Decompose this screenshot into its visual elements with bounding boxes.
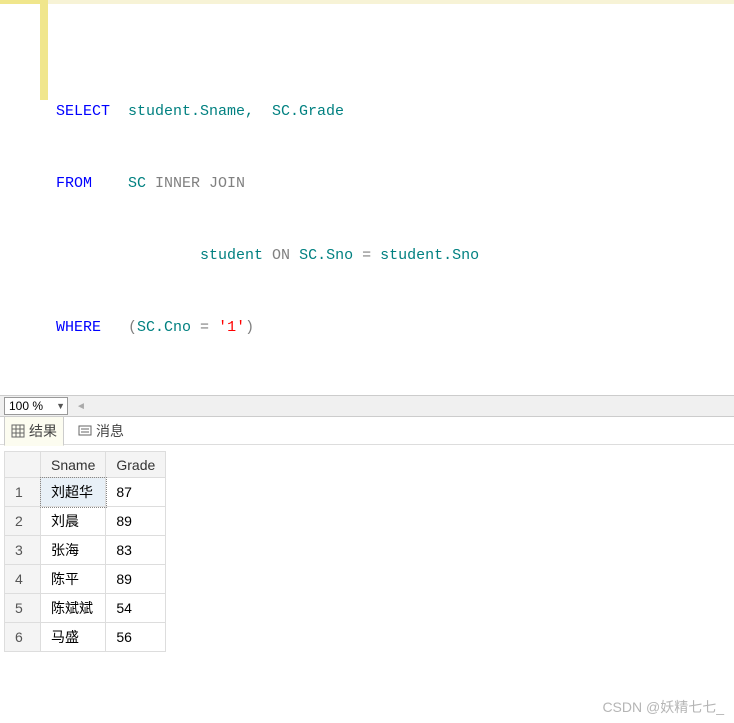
keyword-on: ON — [272, 247, 290, 264]
table-row[interactable]: 1 刘超华 87 — [5, 478, 166, 507]
watermark: CSDN @妖精七七_ — [602, 697, 724, 717]
keyword-where: WHERE — [56, 319, 101, 336]
table-row[interactable]: 5 陈斌斌 54 — [5, 594, 166, 623]
cell-grade[interactable]: 56 — [106, 623, 166, 652]
keyword-from: FROM — [56, 175, 92, 192]
table-row[interactable]: 4 陈平 89 — [5, 565, 166, 594]
sql-editor[interactable]: SELECT student.Sname, SC.Grade FROM SC I… — [0, 0, 734, 395]
cell-grade[interactable]: 87 — [106, 478, 166, 507]
row-number: 3 — [5, 536, 41, 565]
where-open-paren: ( — [101, 319, 137, 336]
cell-sname[interactable]: 陈斌斌 — [41, 594, 106, 623]
cell-grade[interactable]: 89 — [106, 507, 166, 536]
where-column: SC.Cno — [137, 319, 200, 336]
table-row[interactable]: 6 马盛 56 — [5, 623, 166, 652]
row-number: 4 — [5, 565, 41, 594]
row-number: 6 — [5, 623, 41, 652]
op-eq-2: = — [200, 319, 209, 336]
cell-sname[interactable]: 陈平 — [41, 565, 106, 594]
where-space — [209, 319, 218, 336]
current-line-highlight — [48, 76, 734, 100]
results-table[interactable]: Sname Grade 1 刘超华 87 2 刘晨 89 3 张海 83 4 — [4, 451, 166, 652]
op-eq-1: = — [362, 247, 371, 264]
table-body: 1 刘超华 87 2 刘晨 89 3 张海 83 4 陈平 89 5 陈斌斌 — [5, 478, 166, 652]
column-header-grade[interactable]: Grade — [106, 452, 166, 478]
cell-grade[interactable]: 89 — [106, 565, 166, 594]
tab-results-label: 结果 — [29, 421, 57, 441]
zoom-select[interactable]: 100 % ▼ — [4, 397, 68, 415]
chevron-down-icon: ▼ — [56, 401, 65, 411]
where-value: '1' — [218, 319, 245, 336]
grid-icon — [11, 424, 25, 438]
results-grid-area: Sname Grade 1 刘超华 87 2 刘晨 89 3 张海 83 4 — [0, 445, 734, 658]
cell-grade[interactable]: 54 — [106, 594, 166, 623]
from-text-1: SC — [92, 175, 155, 192]
table-row[interactable]: 2 刘晨 89 — [5, 507, 166, 536]
scroll-left-icon[interactable]: ◄ — [74, 399, 88, 413]
cell-grade[interactable]: 83 — [106, 536, 166, 565]
where-close-paren: ) — [245, 319, 254, 336]
zoom-bar: 100 % ▼ ◄ — [0, 395, 734, 417]
results-tabs: 结果 消息 — [0, 417, 734, 445]
row-number: 5 — [5, 594, 41, 623]
keyword-select: SELECT — [56, 103, 110, 120]
row-number: 1 — [5, 478, 41, 507]
zoom-value: 100 % — [9, 399, 43, 413]
cell-sname[interactable]: 刘晨 — [41, 507, 106, 536]
tab-messages[interactable]: 消息 — [72, 417, 130, 445]
code-top-highlight — [48, 0, 734, 4]
gutter-change-marker — [40, 0, 48, 100]
from-text-2: student — [56, 247, 272, 264]
tab-results[interactable]: 结果 — [4, 416, 64, 446]
select-columns: student.Sname, SC.Grade — [110, 103, 344, 120]
table-header-row: Sname Grade — [5, 452, 166, 478]
table-corner — [5, 452, 41, 478]
cell-sname[interactable]: 马盛 — [41, 623, 106, 652]
code-area[interactable]: SELECT student.Sname, SC.Grade FROM SC I… — [48, 0, 734, 395]
on-text-2: student.Sno — [371, 247, 479, 264]
editor-gutter — [0, 0, 48, 395]
cell-sname[interactable]: 刘超华 — [41, 478, 106, 507]
column-header-sname[interactable]: Sname — [41, 452, 106, 478]
row-number: 2 — [5, 507, 41, 536]
message-icon — [78, 424, 92, 438]
on-text-1: SC.Sno — [290, 247, 362, 264]
tab-messages-label: 消息 — [96, 421, 124, 441]
table-row[interactable]: 3 张海 83 — [5, 536, 166, 565]
keyword-inner-join: INNER JOIN — [155, 175, 245, 192]
cell-sname[interactable]: 张海 — [41, 536, 106, 565]
